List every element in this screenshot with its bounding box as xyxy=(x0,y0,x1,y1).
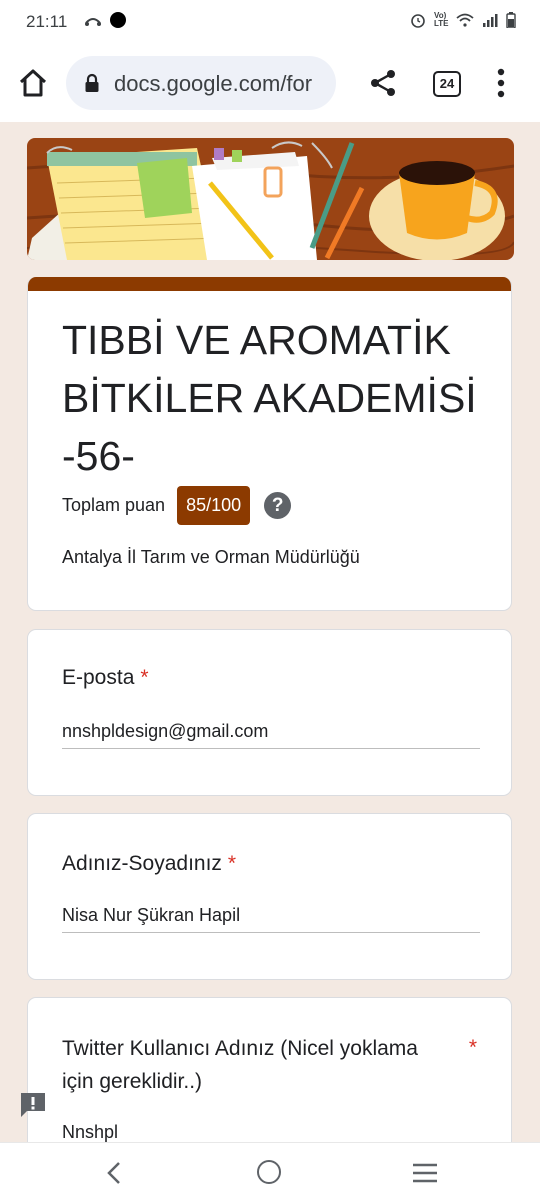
question-card-twitter: Twitter Kullanıcı Adınız (Nicel yoklama … xyxy=(27,997,512,1157)
form-description: Antalya İl Tarım ve Orman Müdürlüğü xyxy=(62,547,360,567)
tab-switcher-button[interactable]: 24 xyxy=(433,71,461,97)
volte-label: Vo) LTE xyxy=(434,11,449,28)
share-icon[interactable] xyxy=(366,66,400,100)
score-label: Toplam puan xyxy=(62,495,166,515)
question-title-text: Adınız-Soyadınız xyxy=(62,852,222,875)
address-bar[interactable]: docs.google.com/for xyxy=(66,56,336,110)
required-marker: * xyxy=(140,666,149,689)
question-title: Adınız-Soyadınız * xyxy=(62,852,236,876)
question-card-name: Adınız-Soyadınız * Nisa Nur Şükran Hapil xyxy=(27,813,512,980)
notification-dot-icon xyxy=(110,12,126,28)
email-answer: nnshpldesign@gmail.com xyxy=(62,721,480,749)
recents-icon[interactable] xyxy=(412,1163,438,1183)
required-marker: * xyxy=(227,852,237,875)
home-icon[interactable] xyxy=(16,66,50,100)
alarm-icon xyxy=(411,14,425,28)
form-title: TIBBİ VE AROMATİK BİTKİLER AKADEMİSİ -56… xyxy=(62,317,477,479)
theme-accent-bar xyxy=(28,277,511,291)
battery-icon xyxy=(506,12,516,28)
back-icon[interactable] xyxy=(104,1161,124,1185)
missed-call-icon xyxy=(85,18,101,26)
more-vert-icon[interactable] xyxy=(490,66,512,100)
help-icon[interactable]: ? xyxy=(264,492,292,519)
status-time: 21:11 xyxy=(26,12,68,31)
url-text: docs.google.com/for xyxy=(114,71,313,96)
question-title: E-posta * xyxy=(62,666,149,690)
system-nav-bar xyxy=(0,1142,540,1201)
browser-toolbar: docs.google.com/for 24 xyxy=(0,44,540,122)
question-card-email: E-posta * nnshpldesign@gmail.com xyxy=(27,629,512,796)
lock-icon xyxy=(85,73,99,92)
form-title-card: TIBBİ VE AROMATİK BİTKİLER AKADEMİSİ -56… xyxy=(27,277,512,611)
required-marker: * xyxy=(468,1036,477,1059)
question-title: Twitter Kullanıcı Adınız (Nicel yoklama … xyxy=(62,1037,418,1093)
form-header-image xyxy=(27,138,514,260)
report-icon[interactable] xyxy=(19,1091,47,1117)
signal-icon xyxy=(483,14,498,27)
score-badge: 85/100 xyxy=(177,486,251,525)
name-answer: Nisa Nur Şükran Hapil xyxy=(62,905,480,933)
question-title-text: E-posta xyxy=(62,666,135,689)
score-row: Toplam puan 85/100 ? xyxy=(62,486,292,525)
nav-home-icon[interactable] xyxy=(257,1160,281,1184)
status-bar: 21:11 Vo) LTE xyxy=(0,0,540,44)
wifi-icon xyxy=(456,13,474,27)
